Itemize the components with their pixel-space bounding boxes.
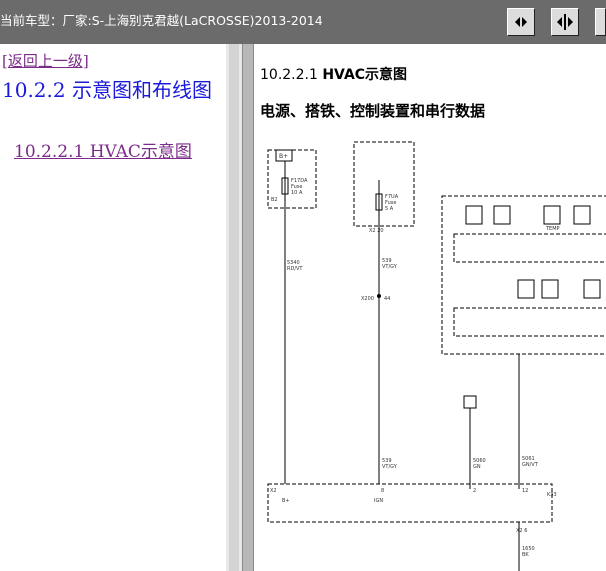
back-link[interactable]: [返回上一级] <box>2 50 89 71</box>
pin-bplus: B+ <box>282 498 290 504</box>
power-bplus-label: B+ <box>279 153 288 160</box>
fuse-1-amps: 10 A <box>291 190 303 196</box>
temp-button-2 <box>573 205 591 225</box>
wire-1-color: RD/VT <box>287 266 303 272</box>
doc-heading-text: HVAC示意图 <box>322 67 408 83</box>
splice-dot <box>377 294 381 298</box>
mode-button-3 <box>583 279 601 299</box>
pane-splitter[interactable] <box>242 44 254 571</box>
wire-6-color: BK <box>522 552 529 558</box>
expand-icon <box>511 12 531 32</box>
section-title: 10.2.2 示意图和布线图 <box>2 78 212 102</box>
wire-2-color: VT/GY <box>382 264 398 270</box>
power-button <box>493 205 511 225</box>
split-view-button[interactable] <box>551 8 579 36</box>
document-pane: 10.2.2.1 HVAC示意图 电源、搭铁、控制装置和串行数据 B+ F17D… <box>254 44 606 571</box>
sensor-box <box>463 395 477 409</box>
left-scrollbar-thumb[interactable] <box>229 44 239 571</box>
pin-8: 8 <box>381 488 384 494</box>
control-row-2 <box>453 307 606 337</box>
fuse-2-amps: 5 A <box>385 206 394 212</box>
temp-label: TEMP <box>545 226 560 232</box>
module-connector-block <box>267 483 553 523</box>
pin-12: 12 <box>522 488 528 494</box>
fan-button <box>465 205 483 225</box>
temp-button <box>543 205 561 225</box>
x2-left-label: X2 <box>270 488 277 494</box>
fuse-1-pin: B2 <box>271 197 278 203</box>
mode-button-2 <box>541 279 559 299</box>
expand-pane-button[interactable] <box>507 8 535 36</box>
wire-5-color: GN/VT <box>522 462 539 468</box>
wire-4-color: GN <box>473 464 481 470</box>
doc-heading: 10.2.2.1 HVAC示意图 <box>260 64 407 84</box>
split-icon <box>555 12 575 32</box>
doc-subheading: 电源、搭铁、控制装置和串行数据 <box>260 102 486 120</box>
hvac-wiring-diagram: B+ F17DA Fuse 10 A B2 5340 RD/VT F7UA Fu… <box>267 141 606 571</box>
pin-ign: IGN <box>374 498 383 504</box>
window-titlebar: 当前车型：厂家:S-上海别克君越(LaCROSSE)2013-2014 <box>0 0 606 44</box>
control-row-1 <box>453 233 606 263</box>
collapse-pane-button[interactable] <box>595 8 606 36</box>
module-label: K33 <box>547 492 557 498</box>
wire-3-color: VT/GY <box>382 464 398 470</box>
connector-x2-20: X2 20 <box>369 228 384 234</box>
hvac-schematic-link[interactable]: 10.2.2.1 HVAC示意图 <box>14 137 192 162</box>
window-title: 当前车型：厂家:S-上海别克君越(LaCROSSE)2013-2014 <box>0 13 323 28</box>
splice-pin: 44 <box>384 296 390 302</box>
doc-heading-number: 10.2.2.1 <box>260 67 318 83</box>
navigation-pane: [返回上一级] 10.2.2 示意图和布线图 10.2.2.1 HVAC示意图 <box>0 44 226 571</box>
mode-button-1 <box>517 279 535 299</box>
bottom-pin: X2 6 <box>516 528 527 534</box>
pin-2: 2 <box>473 488 476 494</box>
fuse-block-2 <box>353 141 415 227</box>
splice-label: X200 <box>361 296 374 302</box>
